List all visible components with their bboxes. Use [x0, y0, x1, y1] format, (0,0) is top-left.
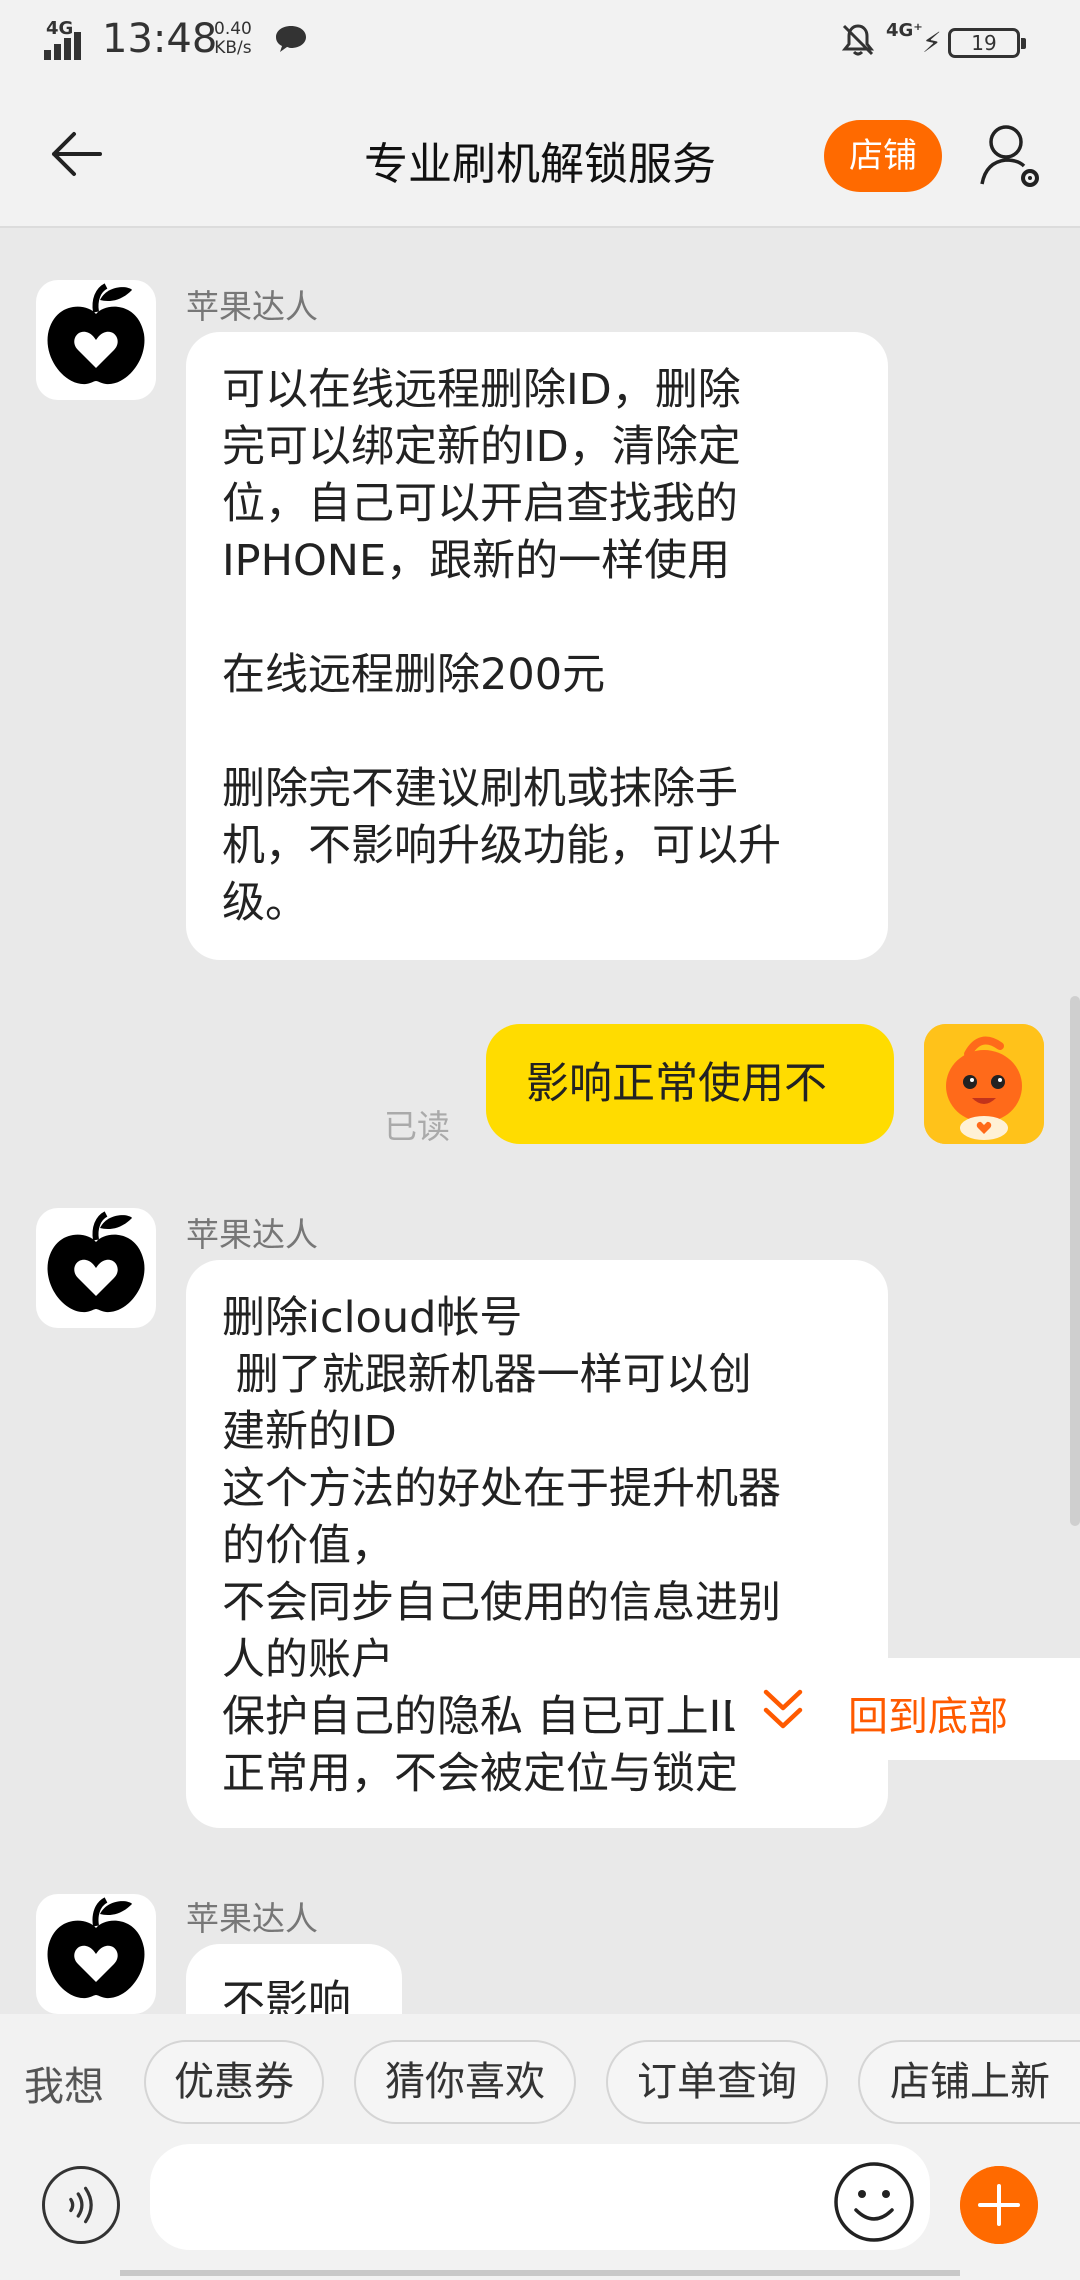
mute-bell-icon [841, 24, 875, 56]
gesture-bar [120, 2270, 960, 2276]
message-input[interactable] [150, 2144, 930, 2250]
double-chevron-down-icon [763, 1689, 803, 1729]
my-avatar[interactable] [924, 1024, 1044, 1144]
chip-new-arrivals[interactable]: 店铺上新 [858, 2040, 1080, 2124]
seller-avatar[interactable] [36, 1894, 156, 2014]
chip-coupons[interactable]: 优惠券 [144, 2040, 324, 2124]
sender-name: 苹果达人 [186, 287, 318, 326]
sender-name: 苹果达人 [186, 1215, 318, 1254]
message-bubble[interactable]: 不影响 [186, 1944, 402, 2014]
chat-scrollbar[interactable] [1070, 996, 1080, 1526]
page-title: 专业刷机解锁服务 [364, 139, 716, 190]
user-settings-icon[interactable] [978, 120, 1042, 192]
plus-icon[interactable] [960, 2166, 1038, 2244]
my-message-bubble[interactable]: 影响正常使用不 [486, 1024, 894, 1144]
status-time: 13:48 [102, 16, 218, 62]
message-input-bar [0, 2144, 1080, 2280]
emoji-icon[interactable] [832, 2160, 916, 2244]
back-to-bottom-label: 回到底部 [848, 1694, 1008, 1740]
charging-icon: ⚡ [922, 26, 942, 59]
battery-icon: 19 [948, 28, 1026, 58]
message-bubble[interactable]: 可以在线远程删除ID，删除 完可以绑定新的ID，清除定 位，自己可以开启查找我的… [186, 332, 888, 960]
chat-notification-icon [276, 26, 306, 52]
sender-name: 苹果达人 [186, 1899, 318, 1938]
network-type-right: 4G⁺ [886, 20, 923, 41]
voice-icon[interactable] [42, 2166, 120, 2244]
status-bar: 4G 13:48 0.40 KB/s 4G⁺ ⚡ 19 [0, 0, 1080, 84]
chat-header: 专业刷机解锁服务 店铺 [0, 84, 1080, 228]
seller-avatar[interactable] [36, 280, 156, 400]
chip-order-query[interactable]: 订单查询 [606, 2040, 828, 2124]
network-speed: 0.40 KB/s [214, 20, 252, 58]
apple-heart-icon [47, 283, 145, 385]
seller-avatar[interactable] [36, 1208, 156, 1328]
chip-recommendations[interactable]: 猜你喜欢 [354, 2040, 576, 2124]
network-type: 4G [46, 18, 74, 39]
shop-button[interactable]: 店铺 [824, 120, 942, 192]
speed-value: 0.40 [214, 19, 252, 39]
apple-heart-icon [47, 1897, 145, 1999]
speed-unit: KB/s [214, 38, 252, 58]
signal-icon: 4G [44, 18, 90, 60]
back-arrow-icon[interactable] [44, 122, 108, 186]
apple-heart-icon [47, 1211, 145, 1313]
quick-actions-label: 我想 [24, 2064, 104, 2110]
read-status: 已读 [384, 1107, 450, 1146]
back-to-bottom-button[interactable]: 回到底部 [730, 1658, 1080, 1760]
quick-actions-bar: 我想 优惠券 猜你喜欢 订单查询 店铺上新 [0, 2014, 1080, 2144]
mascot-avatar-icon [924, 1024, 1044, 1144]
